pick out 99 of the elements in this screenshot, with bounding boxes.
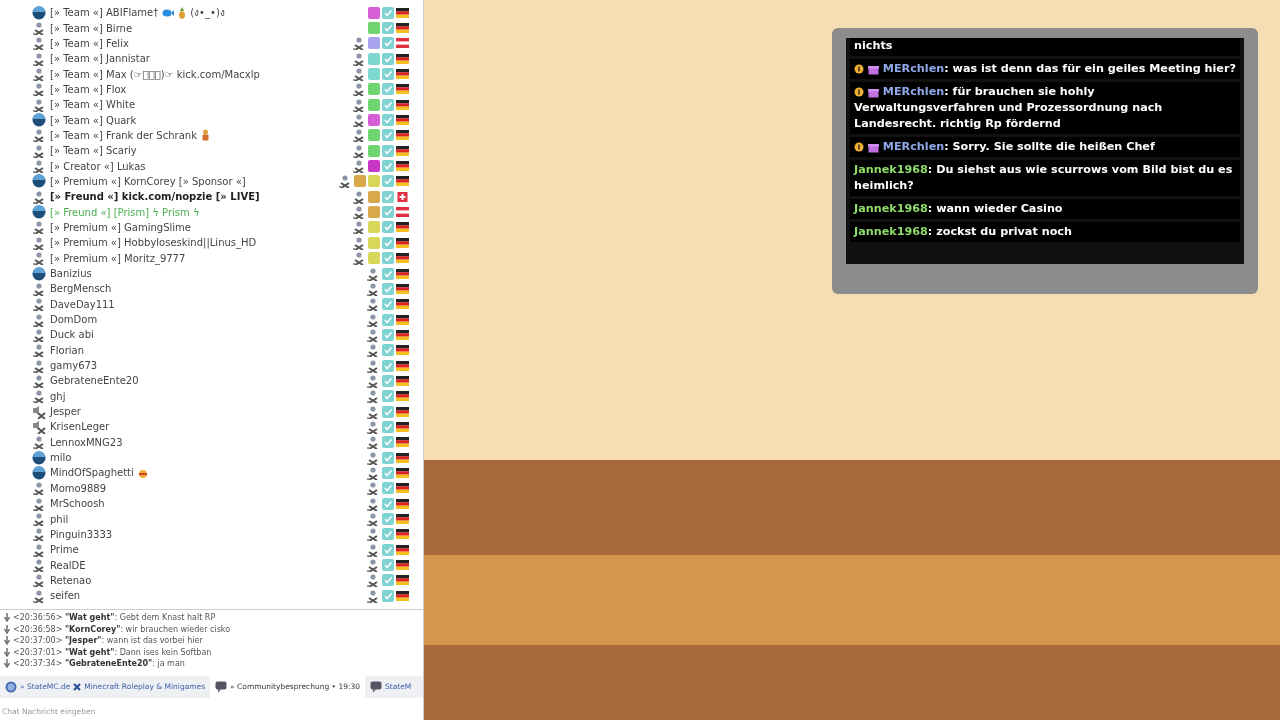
client-name: [» Team «] Jannistar [50, 52, 150, 67]
stream-chat-message: MERchlen: was ist denn das für ein geiles Meeting hier? [850, 59, 1240, 79]
check-icon [382, 175, 394, 188]
check-icon [382, 359, 394, 372]
check-icon [382, 589, 394, 602]
check-icon [382, 6, 394, 19]
chat-log-line: <20:37:34> "GebrateneEnte20": ja man [13, 658, 185, 670]
client-name: [» Premium «] KornCorey [» Sponsor «] [50, 174, 246, 189]
check-icon [382, 543, 394, 556]
client-name: [» Team «] Quark [50, 113, 137, 128]
check-icon [382, 559, 394, 572]
check-icon [382, 482, 394, 495]
check-icon [382, 374, 394, 387]
client-name: [» Premium «] Moritz_9777 [50, 251, 186, 266]
check-icon [382, 574, 394, 587]
check-icon [382, 282, 394, 295]
client-name: Florian [50, 343, 84, 358]
client-name: DomDom [50, 313, 98, 328]
check-icon [382, 313, 394, 326]
gift-icon [867, 86, 879, 98]
client-name: [» Premium «] Hobbyloseskind||Linus_HD [50, 236, 257, 251]
client-name: Duck abi [50, 328, 94, 343]
chat-bubble-icon [370, 681, 382, 693]
check-icon [382, 390, 394, 403]
client-name: Retenao [50, 573, 92, 588]
client-name: [» Team «] Felix [50, 36, 129, 51]
check-icon [382, 451, 394, 464]
client-name: [» Team «] ABIFlame† [50, 6, 159, 21]
chat-log-line: <20:36:58> "KornCorey": wir brauchen wieder cisko [13, 623, 231, 635]
client-name: DaveDay111 [50, 297, 115, 312]
check-icon [382, 68, 394, 81]
client-name: gamy673 [50, 359, 98, 374]
check-icon [382, 267, 394, 280]
client-name: RealDE [50, 558, 86, 573]
check-icon [382, 37, 394, 50]
check-icon [382, 513, 394, 525]
check-icon [382, 144, 394, 157]
check-icon [382, 22, 394, 34]
check-icon [382, 298, 394, 311]
client-name: [» Team «] Flox [50, 82, 127, 97]
client-name: MrSchoosh [50, 497, 105, 512]
client-name: [» Team «] Scariy [50, 144, 137, 159]
stream-chat-message: nichts [850, 38, 1240, 56]
client-name: [» Freund «] [Prism] ϟ Prism ϟ [50, 205, 200, 220]
client-name: Prime [50, 543, 79, 558]
client-name: phil [50, 512, 69, 527]
chat-log-line: <20:37:00> "Jesper": wann ist das vorbei hier [13, 635, 203, 647]
check-icon [382, 206, 394, 219]
globe-icon [5, 681, 17, 693]
client-name-suffix: (ง•_•)ง [190, 6, 225, 21]
check-icon [382, 420, 394, 433]
client-name: GebrateneEnte20 [50, 374, 139, 389]
check-icon [382, 129, 394, 142]
check-icon [382, 114, 394, 127]
close-icon [73, 683, 82, 691]
client-name: [» Team «] Frank der Schrank [50, 128, 197, 143]
check-icon [382, 98, 394, 111]
client-name: [» Team «] Birne [50, 21, 133, 36]
client-name: MindOfSpaghetti [50, 466, 134, 481]
stream-chat-message: Jannek1968: zockst du privat noch [850, 222, 1240, 242]
stream-chat-message: Jannek1968: Du siehst aus wie scurrows vom Bild bist du es heimlich? [850, 160, 1240, 196]
chat-log-line: <20:36:56> "Wat geht": Gebt dem Knast halt RP [13, 612, 216, 624]
client-name: Momo9889 [50, 481, 107, 496]
client-name: Banizius [50, 267, 92, 281]
stream-chat-message: Jannek1968: wann wieder Casino [850, 199, 1240, 219]
check-icon [382, 83, 394, 96]
check-icon [382, 405, 394, 418]
client-name: [» Team «] Max (☞ﾟヮﾟ)☞ kick.com/Macxlp [50, 67, 260, 82]
client-name: milo [50, 451, 72, 466]
check-icon [382, 160, 394, 173]
check-icon [382, 344, 394, 357]
client-name: [» Freund «] kick.com/nopzie [» LIVE] [50, 190, 260, 205]
client-name: [» Team «] White [50, 98, 136, 113]
check-icon [382, 236, 394, 249]
client-name: LennoxMNG23 [50, 435, 123, 450]
check-icon [382, 328, 394, 341]
stream-chat-message: MERchlen: Sorry. Sie sollte die heißen Chef [850, 137, 1240, 157]
chat-log-line: <20:37:01> "Wat geht": Dann ises kein Softban [13, 646, 212, 658]
client-name: [» Creator «] Lukas [50, 159, 146, 174]
client-name: ghj [50, 389, 66, 404]
check-icon [382, 190, 394, 203]
check-icon [382, 467, 394, 479]
client-name: seifen [50, 589, 81, 604]
client-name: Jesper [50, 405, 81, 420]
check-icon [382, 252, 394, 265]
client-name: KrisenLeger [50, 420, 110, 435]
gift-icon [867, 63, 879, 75]
client-name: BergMensch [50, 282, 112, 297]
client-name: [» Premium «] GamingSlime [50, 221, 191, 235]
check-icon [382, 528, 394, 541]
check-icon [382, 221, 394, 234]
gift-icon [867, 141, 879, 153]
client-name: Pinguin3333 [50, 527, 113, 542]
check-icon [382, 497, 394, 510]
check-icon [382, 436, 394, 449]
chat-bubble-icon [215, 681, 228, 693]
arrow-down-icon [4, 659, 10, 669]
stream-chat-message: MERchlen: für brauchen sie hohly Verwaltungsverfahren und Prozessordnung nach Landesrecht. richtig Rp fördernd [850, 82, 1240, 134]
check-icon [382, 52, 394, 65]
